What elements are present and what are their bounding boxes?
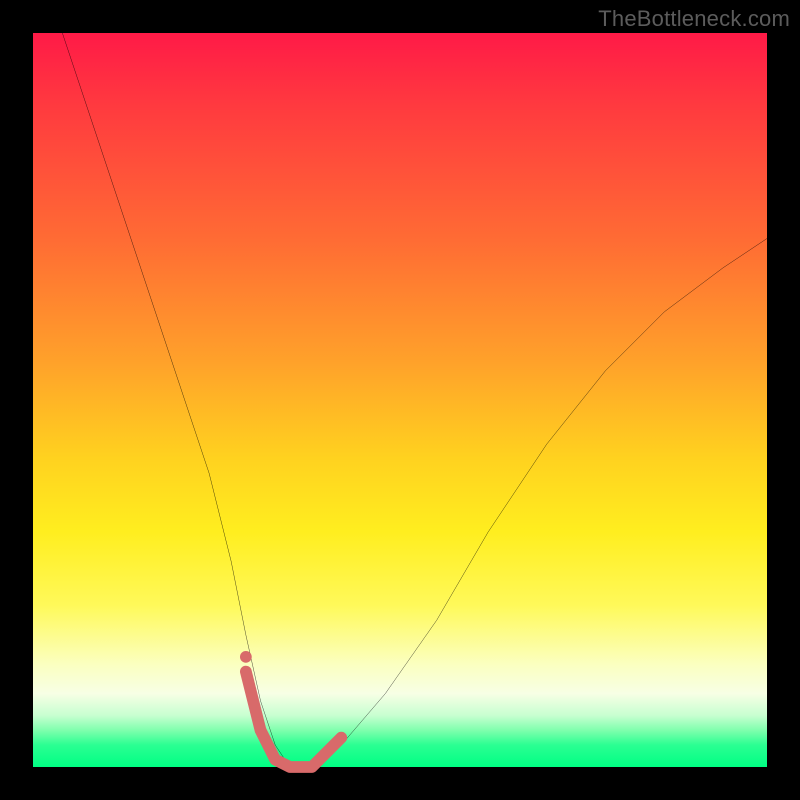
watermark-text: TheBottleneck.com (598, 6, 790, 32)
bottleneck-curve (62, 33, 767, 767)
chart-svg (33, 33, 767, 767)
highlight-dot (240, 651, 252, 663)
highlight-band (246, 672, 341, 767)
chart-frame: TheBottleneck.com (0, 0, 800, 800)
